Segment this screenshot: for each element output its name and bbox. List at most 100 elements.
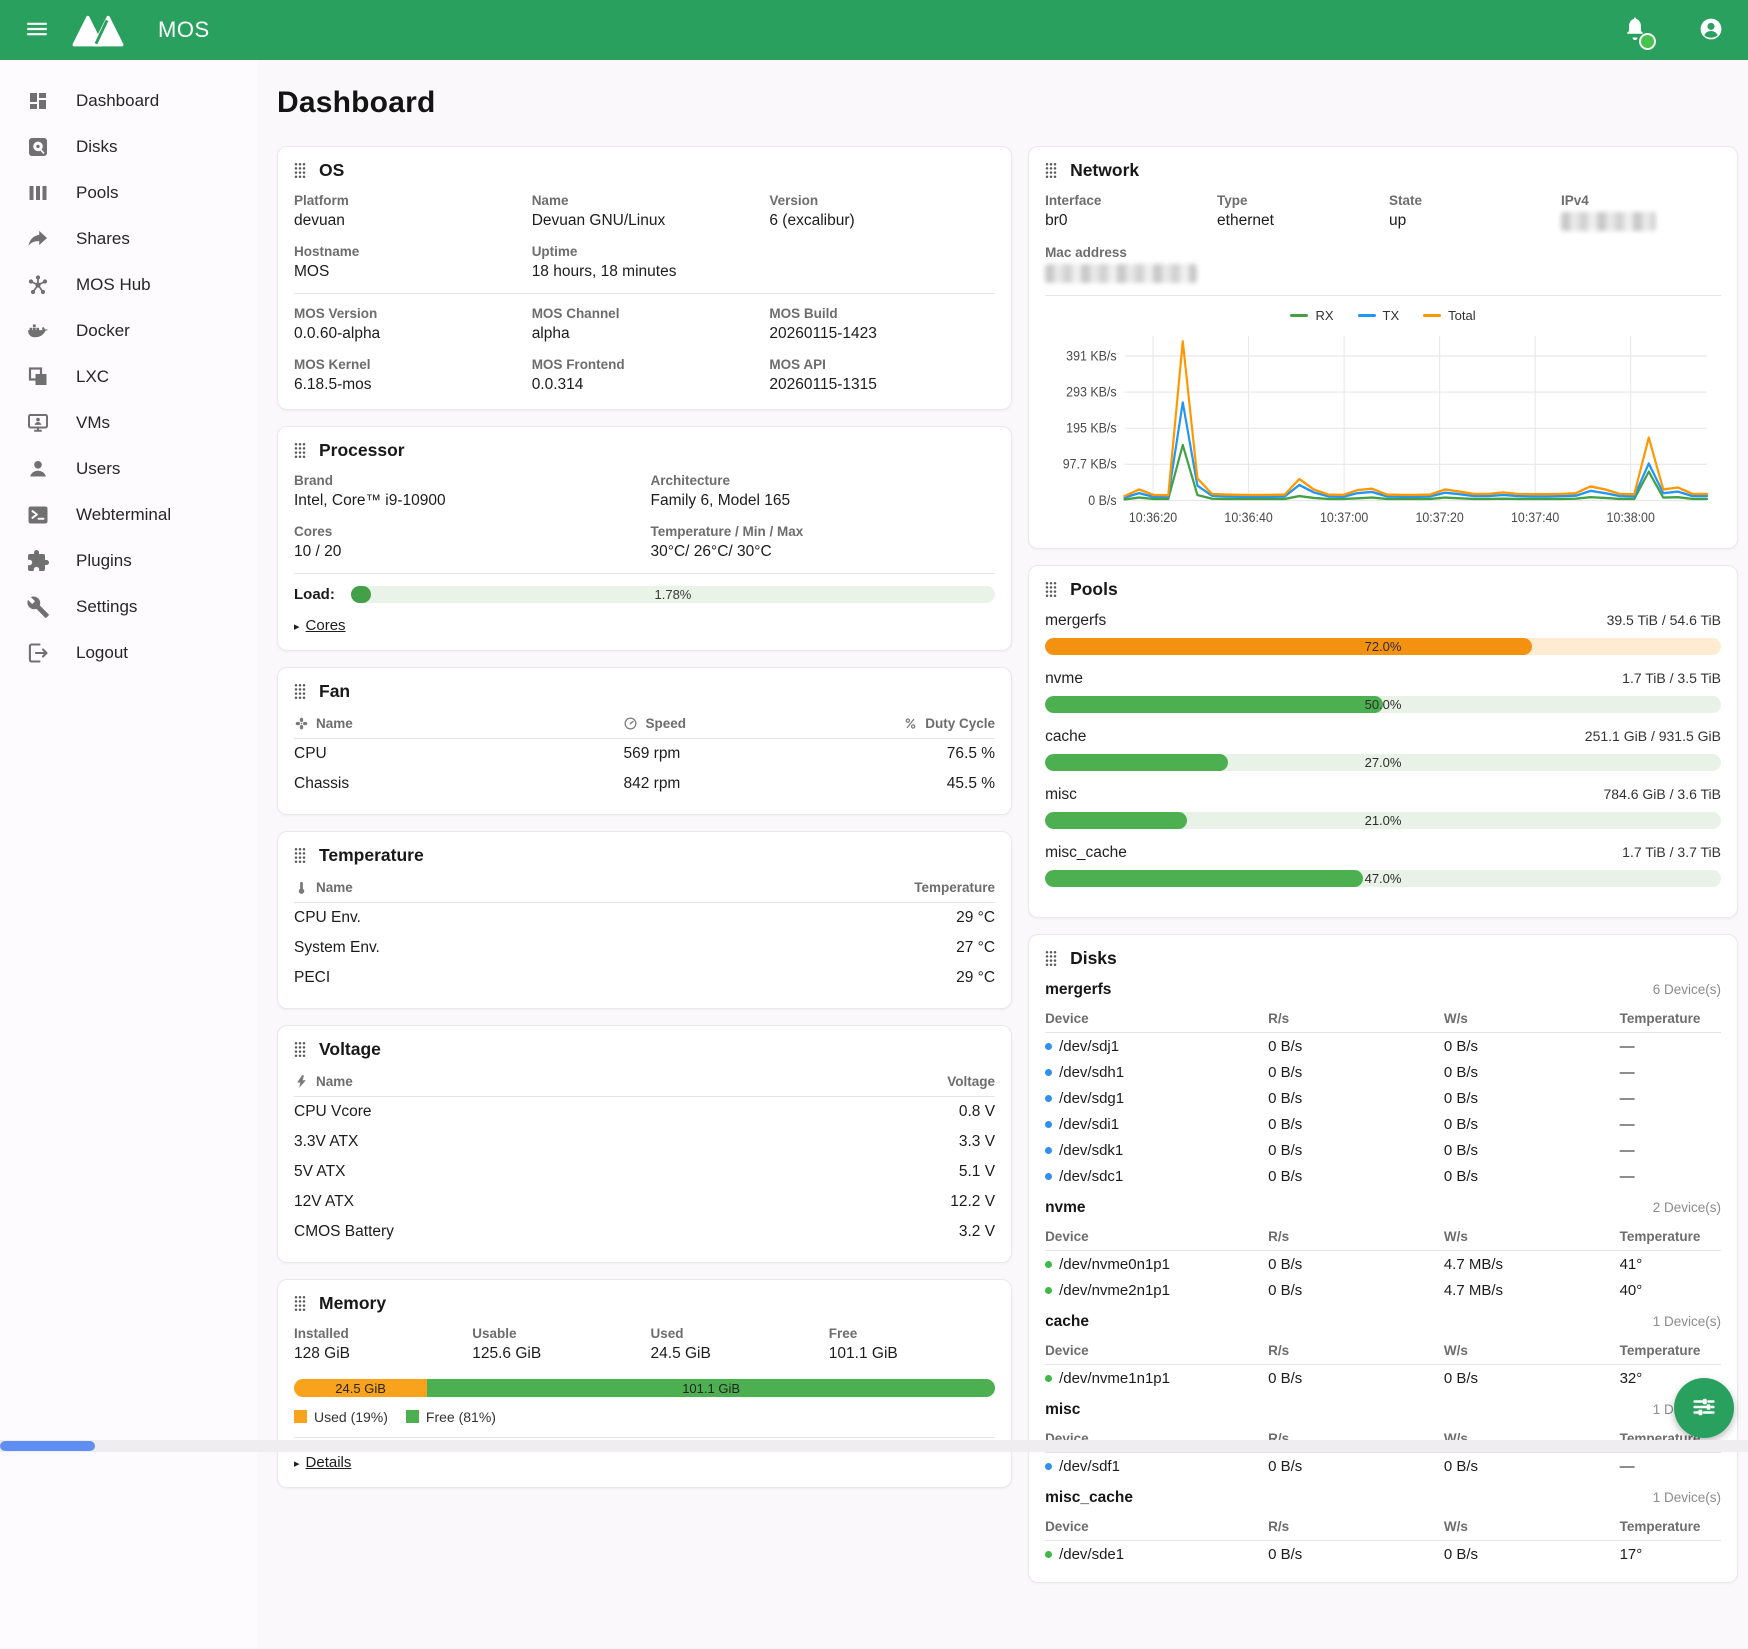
processor-field-temperature-min-max: Temperature / Min / Max30°C/ 26°C/ 30°C <box>651 524 996 561</box>
device-status-dot <box>1045 1095 1052 1102</box>
sidebar-item-plugins[interactable]: Plugins <box>0 538 257 584</box>
pool-usage-bar: 47.0% <box>1045 870 1721 887</box>
percent-icon <box>903 716 918 731</box>
field-label: Version <box>769 193 995 208</box>
drag-handle-icon[interactable] <box>294 442 306 459</box>
fan-card: Fan NameSpeedDuty CycleCPU569 rpm76.5 %C… <box>277 667 1012 815</box>
field-label: Free <box>829 1326 995 1341</box>
legend-dash <box>1423 314 1441 317</box>
sidebar-item-docker[interactable]: Docker <box>0 308 257 354</box>
drag-handle-icon[interactable] <box>294 162 306 179</box>
sidebar-item-dashboard[interactable]: Dashboard <box>0 78 257 124</box>
field-label: MOS Kernel <box>294 357 520 372</box>
column-header-temperature: Temperature <box>1620 1229 1721 1244</box>
svg-text:293 KB/s: 293 KB/s <box>1066 384 1117 400</box>
dashboard-settings-fab[interactable] <box>1674 1378 1734 1438</box>
pool-header: nvme1.7 TiB / 3.5 TiB <box>1045 670 1721 688</box>
disk-group-nvme: nvme2 Device(s)DeviceR/sW/sTemperature/d… <box>1045 1199 1721 1303</box>
disk-table-header: DeviceR/sW/sTemperature <box>1045 1513 1721 1541</box>
cell-write-speed: 0 B/s <box>1444 1142 1620 1159</box>
drag-handle-icon[interactable] <box>1045 581 1057 598</box>
pool-name: misc <box>1045 786 1077 804</box>
account-button[interactable] <box>1696 15 1726 45</box>
disk-group-header: cache1 Device(s) <box>1045 1313 1721 1331</box>
os-field-mos-build: MOS Build20260115-1423 <box>769 306 995 343</box>
column-header-name: Name <box>294 880 715 895</box>
cell-name: PECI <box>294 969 715 987</box>
pools-card: Pools mergerfs39.5 TiB / 54.6 TiB72.0%nv… <box>1028 565 1738 918</box>
pool-usage-bar: 27.0% <box>1045 754 1721 771</box>
cell-read-speed: 0 B/s <box>1268 1370 1444 1387</box>
voltage-icon <box>294 1074 309 1089</box>
field-value: Intel, Core™ i9-10900 <box>294 492 639 510</box>
cell-write-speed: 0 B/s <box>1444 1038 1620 1055</box>
cell-speed: 842 rpm <box>623 775 854 793</box>
drag-handle-icon[interactable] <box>1045 950 1057 967</box>
memory-field-installed: Installed128 GiB <box>294 1326 460 1363</box>
drag-handle-icon[interactable] <box>1045 162 1057 179</box>
hamburger-menu-button[interactable] <box>22 15 52 45</box>
device-status-dot <box>1045 1375 1052 1382</box>
memory-details-link[interactable]: ▸Details <box>294 1454 351 1471</box>
os-field-mos-version: MOS Version0.0.60-alpha <box>294 306 520 343</box>
field-value: 6.18.5-mos <box>294 376 520 394</box>
cell-voltage: 3.2 V <box>715 1223 995 1241</box>
network-card-title: Network <box>1070 160 1139 181</box>
sidebar-item-vms[interactable]: VMs <box>0 400 257 446</box>
sidebar-item-mos-hub[interactable]: MOS Hub <box>0 262 257 308</box>
sidebar-item-pools[interactable]: Pools <box>0 170 257 216</box>
load-label: Load: <box>294 586 335 603</box>
column-header-r-s: R/s <box>1268 1343 1444 1358</box>
drag-handle-icon[interactable] <box>294 1295 306 1312</box>
memory-card: Memory Installed128 GiBUsable125.6 GiBUs… <box>277 1279 1012 1488</box>
sidebar-item-label: MOS Hub <box>76 275 151 295</box>
table-row: Chassis842 rpm45.5 % <box>294 769 995 799</box>
cell-duty-cycle: 45.5 % <box>855 775 995 793</box>
sidebar-item-shares[interactable]: Shares <box>0 216 257 262</box>
horizontal-scrollbar-thumb[interactable] <box>0 1441 95 1451</box>
column-header-name: Name <box>294 1074 715 1089</box>
column-header-device: Device <box>1045 1011 1268 1026</box>
pool-usage-percent: 21.0% <box>1045 812 1721 829</box>
logout-icon <box>26 641 50 665</box>
drag-handle-icon[interactable] <box>294 1041 306 1058</box>
drag-handle-icon[interactable] <box>294 847 306 864</box>
legend-swatch <box>294 1410 307 1423</box>
drag-handle-icon[interactable] <box>294 683 306 700</box>
disk-row: /dev/nvme1n1p10 B/s0 B/s32° <box>1045 1365 1721 1391</box>
processor-field-brand: BrandIntel, Core™ i9-10900 <box>294 473 639 510</box>
sidebar-item-logout[interactable]: Logout <box>0 630 257 676</box>
pools-card-title: Pools <box>1070 579 1118 600</box>
pool-name: nvme <box>1045 670 1083 688</box>
sidebar-item-settings[interactable]: Settings <box>0 584 257 630</box>
sidebar-item-label: Logout <box>76 643 128 663</box>
page-title: Dashboard <box>277 86 1738 120</box>
cell-temperature: 41° <box>1620 1256 1721 1273</box>
column-header-name: Name <box>294 716 623 731</box>
os-field-platform: Platformdevuan <box>294 193 520 230</box>
tune-sliders-icon <box>1690 1393 1718 1424</box>
column-header-device: Device <box>1045 1343 1268 1358</box>
memory-field-used: Used24.5 GiB <box>651 1326 817 1363</box>
cell-write-speed: 0 B/s <box>1444 1116 1620 1133</box>
sidebar-item-webterminal[interactable]: Webterminal <box>0 492 257 538</box>
disk-row: /dev/sdk10 B/s0 B/s— <box>1045 1137 1721 1163</box>
memory-bar-segment: 24.5 GiB <box>294 1379 427 1397</box>
device-status-dot <box>1045 1463 1052 1470</box>
disk-group-count: 2 Device(s) <box>1653 1200 1721 1215</box>
disk-row: /dev/sdf10 B/s0 B/s— <box>1045 1453 1721 1479</box>
os-field-uptime: Uptime18 hours, 18 minutes <box>532 244 758 281</box>
sidebar-item-disks[interactable]: Disks <box>0 124 257 170</box>
triangle-right-icon: ▸ <box>294 620 300 633</box>
cores-expand-link[interactable]: ▸Cores <box>294 617 346 634</box>
pool-size: 39.5 TiB / 54.6 TiB <box>1607 612 1721 628</box>
device-status-dot <box>1045 1147 1052 1154</box>
sidebar-item-lxc[interactable]: LXC <box>0 354 257 400</box>
cell-device: /dev/sdj1 <box>1045 1038 1268 1055</box>
field-value: Family 6, Model 165 <box>651 492 996 510</box>
cell-name: CPU <box>294 745 623 763</box>
sidebar-item-label: Settings <box>76 597 137 617</box>
table-row: CPU Vcore0.8 V <box>294 1097 995 1127</box>
sidebar-item-users[interactable]: Users <box>0 446 257 492</box>
top-bar: MOS <box>0 0 1748 60</box>
